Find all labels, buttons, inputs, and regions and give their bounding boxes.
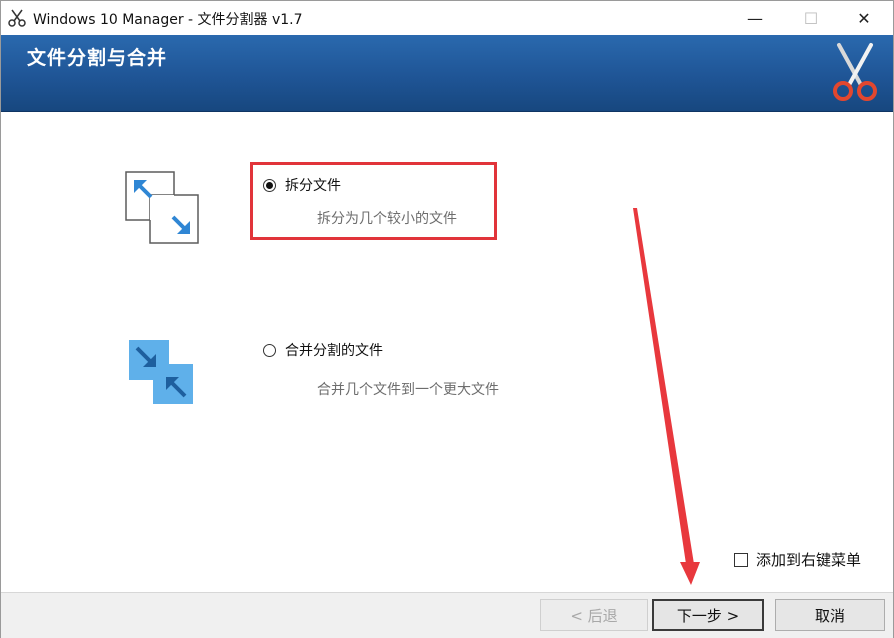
minimize-button[interactable]: — — [732, 1, 778, 35]
context-menu-checkbox[interactable]: 添加到右键菜单 — [734, 549, 861, 570]
cancel-button[interactable]: 取消 — [775, 599, 885, 631]
merge-file-label: 合并分割的文件 — [285, 343, 383, 359]
scissors-app-icon — [8, 9, 26, 27]
header-banner: 文件分割与合并 — [1, 35, 893, 112]
checkbox[interactable] — [734, 552, 748, 567]
next-button[interactable]: 下一步 > — [652, 599, 764, 631]
split-file-label: 拆分文件 — [285, 178, 341, 194]
maximize-button[interactable]: ☐ — [788, 1, 834, 35]
split-file-radio[interactable]: 拆分文件 — [263, 175, 341, 195]
radio-button-unselected[interactable] — [263, 343, 276, 357]
file-splitter-window: Windows 10 Manager - 文件分割器 v1.7 — ☐ ✕ 文件… — [0, 0, 894, 638]
content-area: 拆分文件 拆分为几个较小的文件 合并分割的文件 合并几个文件到一个更大文件 添加… — [1, 112, 893, 592]
split-option-highlight — [250, 162, 497, 240]
split-file-description: 拆分为几个较小的文件 — [317, 211, 457, 227]
merge-file-icon — [129, 340, 193, 404]
button-bar: < 后退 下一步 > 取消 — [1, 592, 893, 638]
title-bar[interactable]: Windows 10 Manager - 文件分割器 v1.7 — ☐ ✕ — [1, 1, 893, 35]
split-file-icon — [125, 171, 199, 244]
window-title: Windows 10 Manager - 文件分割器 v1.7 — [33, 12, 303, 28]
back-button[interactable]: < 后退 — [540, 599, 648, 631]
merge-file-radio[interactable]: 合并分割的文件 — [263, 340, 383, 360]
merge-file-description: 合并几个文件到一个更大文件 — [317, 382, 499, 398]
close-button[interactable]: ✕ — [841, 1, 887, 35]
context-menu-label: 添加到右键菜单 — [756, 551, 862, 569]
scissors-icon — [833, 43, 877, 101]
radio-button-selected[interactable] — [263, 178, 276, 192]
banner-title: 文件分割与合并 — [27, 47, 168, 69]
